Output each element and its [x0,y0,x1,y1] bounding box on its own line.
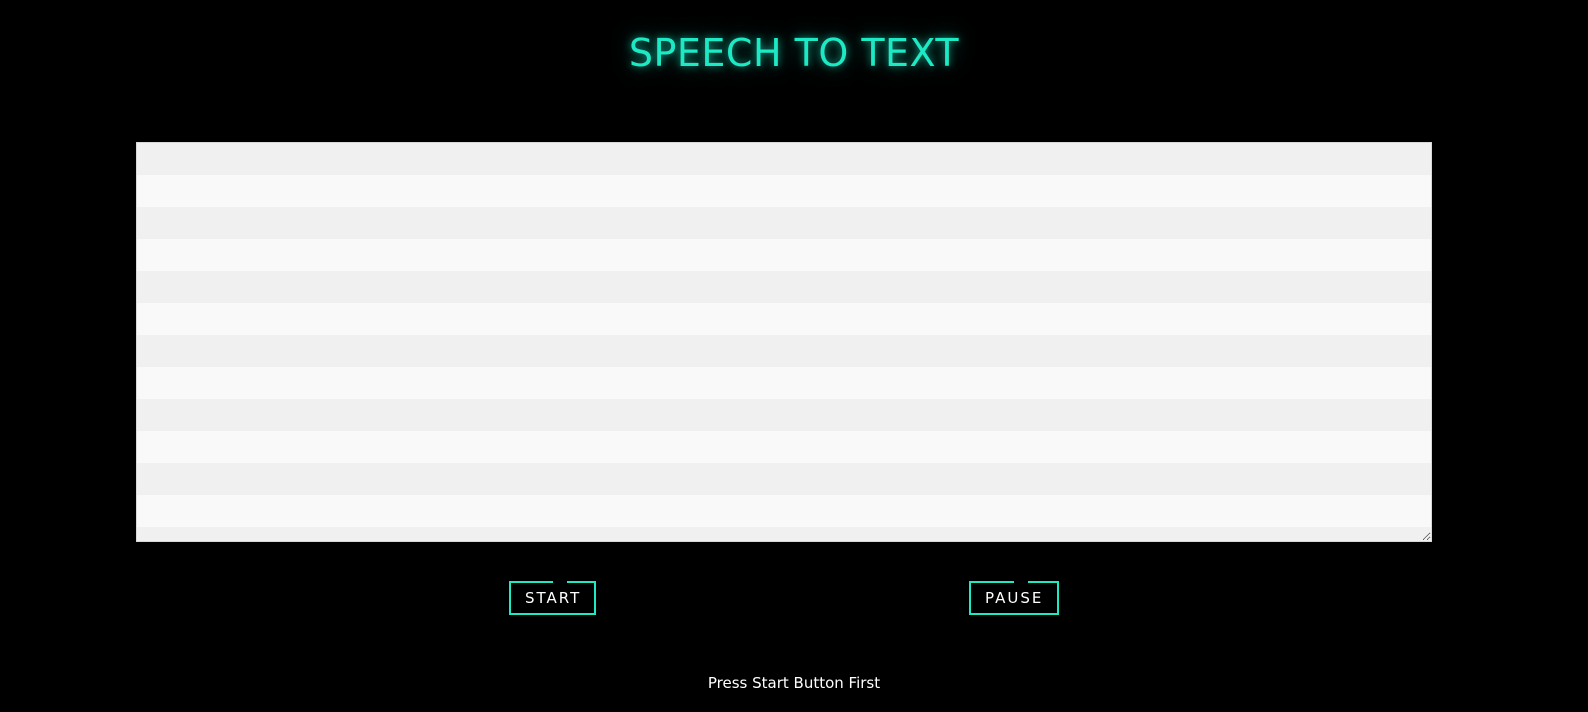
speech-to-text-page: SPEECH TO TEXT START PAUSE Press Start B… [0,0,1588,712]
status-message: Press Start Button First [707,674,881,692]
pause-button[interactable]: PAUSE [969,581,1059,615]
transcript-textarea[interactable] [136,142,1432,542]
page-title: SPEECH TO TEXT [628,31,960,75]
start-button[interactable]: START [509,581,596,615]
